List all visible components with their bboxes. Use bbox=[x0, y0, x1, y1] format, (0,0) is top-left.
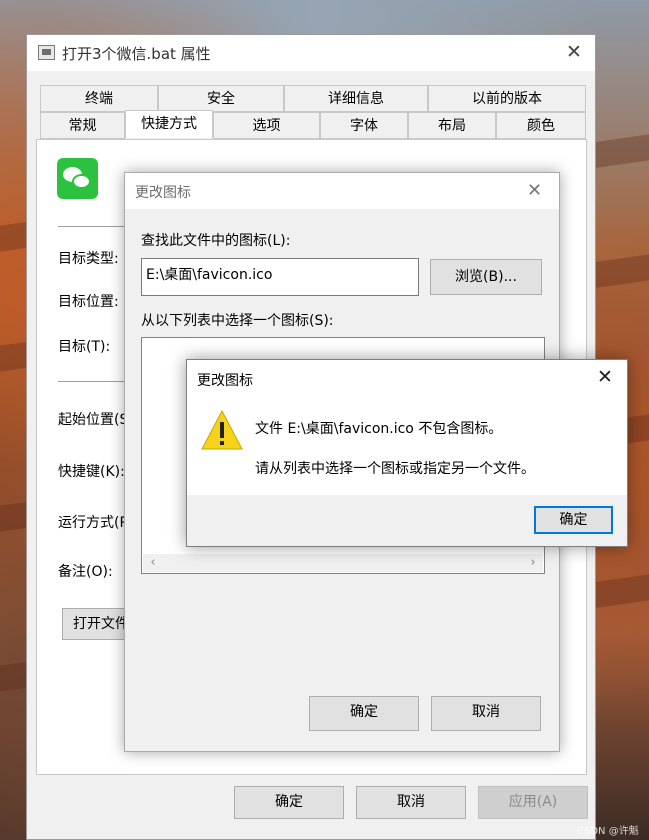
scroll-right-icon[interactable]: › bbox=[525, 554, 541, 572]
error-dialog: 更改图标 ✕ 文件 E:\桌面\favicon.ico 不包含图标。 请从列表中… bbox=[186, 359, 628, 547]
icon-path-input[interactable] bbox=[141, 258, 419, 296]
tab-shortcut[interactable]: 快捷方式 bbox=[125, 110, 213, 138]
shortcut-key-label: 快捷键(K): bbox=[58, 464, 125, 480]
target-type-label: 目标类型: bbox=[58, 251, 119, 267]
close-icon[interactable]: ✕ bbox=[564, 42, 584, 62]
target-label: 目标(T): bbox=[58, 339, 111, 355]
tab-font[interactable]: 字体 bbox=[320, 112, 408, 139]
tab-details[interactable]: 详细信息 bbox=[284, 85, 428, 112]
ok-button[interactable]: 确定 bbox=[234, 786, 344, 819]
change-icon-cancel-button[interactable]: 取消 bbox=[431, 696, 541, 731]
dialog-title: 更改图标 bbox=[135, 185, 191, 201]
look-for-icons-label: 查找此文件中的图标(L): bbox=[141, 233, 291, 249]
tab-terminal[interactable]: 终端 bbox=[40, 85, 158, 112]
warning-icon bbox=[201, 410, 243, 450]
tab-colors[interactable]: 颜色 bbox=[496, 112, 586, 139]
browse-button[interactable]: 浏览(B)... bbox=[430, 259, 542, 295]
change-icon-ok-button[interactable]: 确定 bbox=[309, 696, 419, 731]
divider bbox=[58, 381, 133, 382]
horizontal-scrollbar[interactable]: ‹ › bbox=[143, 554, 543, 572]
change-icon-titlebar: 更改图标 ✕ bbox=[125, 173, 559, 209]
wechat-icon bbox=[57, 158, 98, 199]
close-icon[interactable]: ✕ bbox=[597, 367, 613, 387]
properties-titlebar: 打开3个微信.bat 属性 ✕ bbox=[27, 35, 595, 71]
start-in-label: 起始位置(S): bbox=[58, 412, 126, 428]
scroll-left-icon[interactable]: ‹ bbox=[145, 554, 161, 572]
error-ok-button[interactable]: 确定 bbox=[534, 506, 613, 534]
apply-button[interactable]: 应用(A) bbox=[478, 786, 588, 819]
window-title: 打开3个微信.bat 属性 bbox=[62, 45, 211, 63]
tab-general[interactable]: 常规 bbox=[40, 112, 125, 139]
target-location-label: 目标位置: bbox=[58, 294, 119, 310]
watermark: CSDN @许魁 bbox=[577, 826, 639, 837]
window-icon bbox=[38, 45, 55, 60]
icon-list-label: 从以下列表中选择一个图标(S): bbox=[141, 313, 334, 329]
close-icon[interactable]: ✕ bbox=[527, 181, 542, 201]
error-dialog-footer: 确定 bbox=[187, 495, 627, 546]
error-message-line1: 文件 E:\桌面\favicon.ico 不包含图标。 bbox=[255, 421, 503, 437]
error-message-line2: 请从列表中选择一个图标或指定另一个文件。 bbox=[255, 461, 535, 477]
tab-previous-versions[interactable]: 以前的版本 bbox=[428, 85, 586, 112]
error-dialog-title: 更改图标 bbox=[197, 373, 253, 389]
run-label: 运行方式(R): bbox=[58, 515, 126, 531]
tab-options[interactable]: 选项 bbox=[213, 112, 320, 139]
comment-label: 备注(O): bbox=[58, 564, 113, 580]
divider bbox=[58, 226, 133, 227]
cancel-button[interactable]: 取消 bbox=[356, 786, 466, 819]
tab-layout[interactable]: 布局 bbox=[408, 112, 496, 139]
tab-security[interactable]: 安全 bbox=[158, 85, 284, 112]
